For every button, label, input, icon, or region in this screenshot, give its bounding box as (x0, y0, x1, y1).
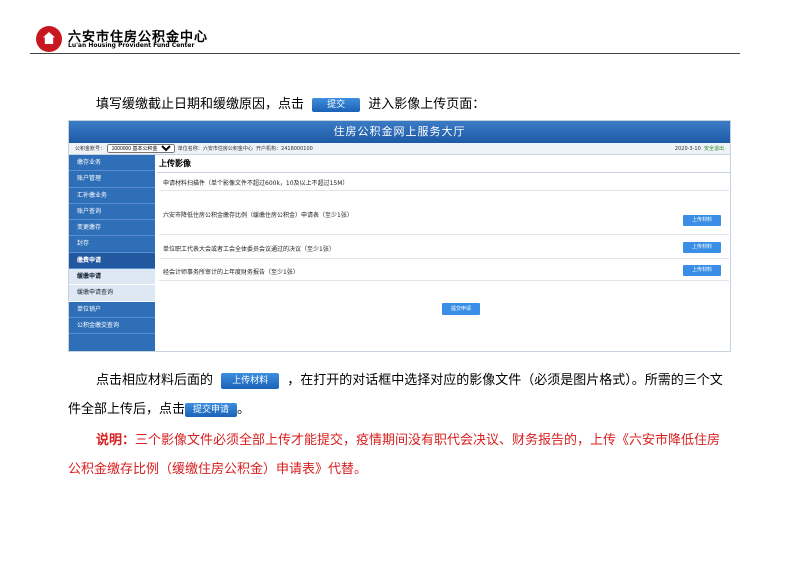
sidebar: 缴存业务 账户管理 汇补缴业务 账户查询 变更缴存 封存 缴费申请 缓缴申请 缓… (69, 155, 155, 351)
document-header: 六安市住房公积金中心 Lu'an Housing Provident Fund … (30, 24, 740, 54)
logo-icon (36, 26, 62, 52)
sidebar-item[interactable]: 缴存业务 (69, 155, 155, 172)
sidebar-item[interactable]: 变更缴存 (69, 220, 155, 237)
logout-link[interactable]: 安全退出 (704, 146, 724, 152)
sidebar-item[interactable]: 汇补缴业务 (69, 188, 155, 204)
embedded-screenshot: 住房公积金网上服务大厅 公积金账号： 1000000 基本公积金 单位名称：六安… (68, 120, 731, 352)
sidebar-item[interactable]: 缓缴申请查询 (69, 285, 155, 302)
upload-row: 六安市降低住房公积金缴存比例（缓缴住房公积金）申请表（至少1张） 上传材料 (159, 207, 729, 235)
paragraph-2-line-2: 件全部上传后，点击 提交申请。 (68, 402, 251, 417)
submit-button-image: 提交 (312, 97, 361, 112)
sidebar-item[interactable]: 封存 (69, 236, 155, 253)
paragraph-1: 填写缓缴截止日期和缓缴原因，点击 提交 进入影像上传页面： (96, 97, 486, 112)
submit-application-button[interactable]: 提交申请 (442, 303, 480, 315)
sidebar-item[interactable]: 缴费申请 (69, 252, 155, 270)
upload-button[interactable]: 上传材料 (683, 265, 721, 276)
notice-row: 申请材料扫描件（单个影像文件不超过600k，10及以上不超过15M） (159, 173, 729, 191)
sidebar-item[interactable]: 单位销户 (69, 302, 155, 318)
service-hall-title: 住房公积金网上服务大厅 (69, 121, 730, 143)
upload-button[interactable]: 上传材料 (683, 215, 721, 226)
note-line-1: 说明：三个影像文件必须全部上传才能提交，疫情期间没有职代会决议、财务报告的，上传… (96, 433, 721, 448)
submit-application-button-image: 提交申请 (185, 402, 238, 417)
sidebar-item[interactable]: 缓缴申请 (69, 269, 155, 286)
note-line-2: 公积金缴存比例（缓缴住房公积金）申请表》代替。 (68, 462, 368, 477)
upload-button-image: 上传材料 (221, 372, 280, 389)
sidebar-item[interactable]: 公积金缴交查询 (69, 318, 155, 335)
upload-row: 经会计师事务所审计的上年度财务报告（至少1张） 上传材料 (159, 261, 729, 281)
upload-title: 上传影像 (157, 155, 730, 173)
upload-panel: 上传影像 申请材料扫描件（单个影像文件不超过600k，10及以上不超过15M） … (157, 155, 730, 351)
upload-button[interactable]: 上传材料 (683, 242, 721, 253)
info-bar: 公积金账号： 1000000 基本公积金 单位名称：六安市住房公积金中心 开户机… (69, 143, 730, 155)
paragraph-2: 点击相应材料后面的 上传材料 ，在打开的对话框中选择对应的影像文件（必须是图片格… (96, 372, 723, 389)
sidebar-item[interactable]: 账户管理 (69, 171, 155, 188)
account-select[interactable]: 1000000 基本公积金 (106, 144, 175, 153)
note-label: 说明： (96, 433, 136, 448)
upload-row: 单位职工代表大会或者工会全体委员会议通过的决议（至少1张） 上传材料 (159, 237, 729, 259)
sidebar-item[interactable]: 账户查询 (69, 204, 155, 221)
logo-name-en: Lu'an Housing Provident Fund Center (68, 42, 195, 49)
